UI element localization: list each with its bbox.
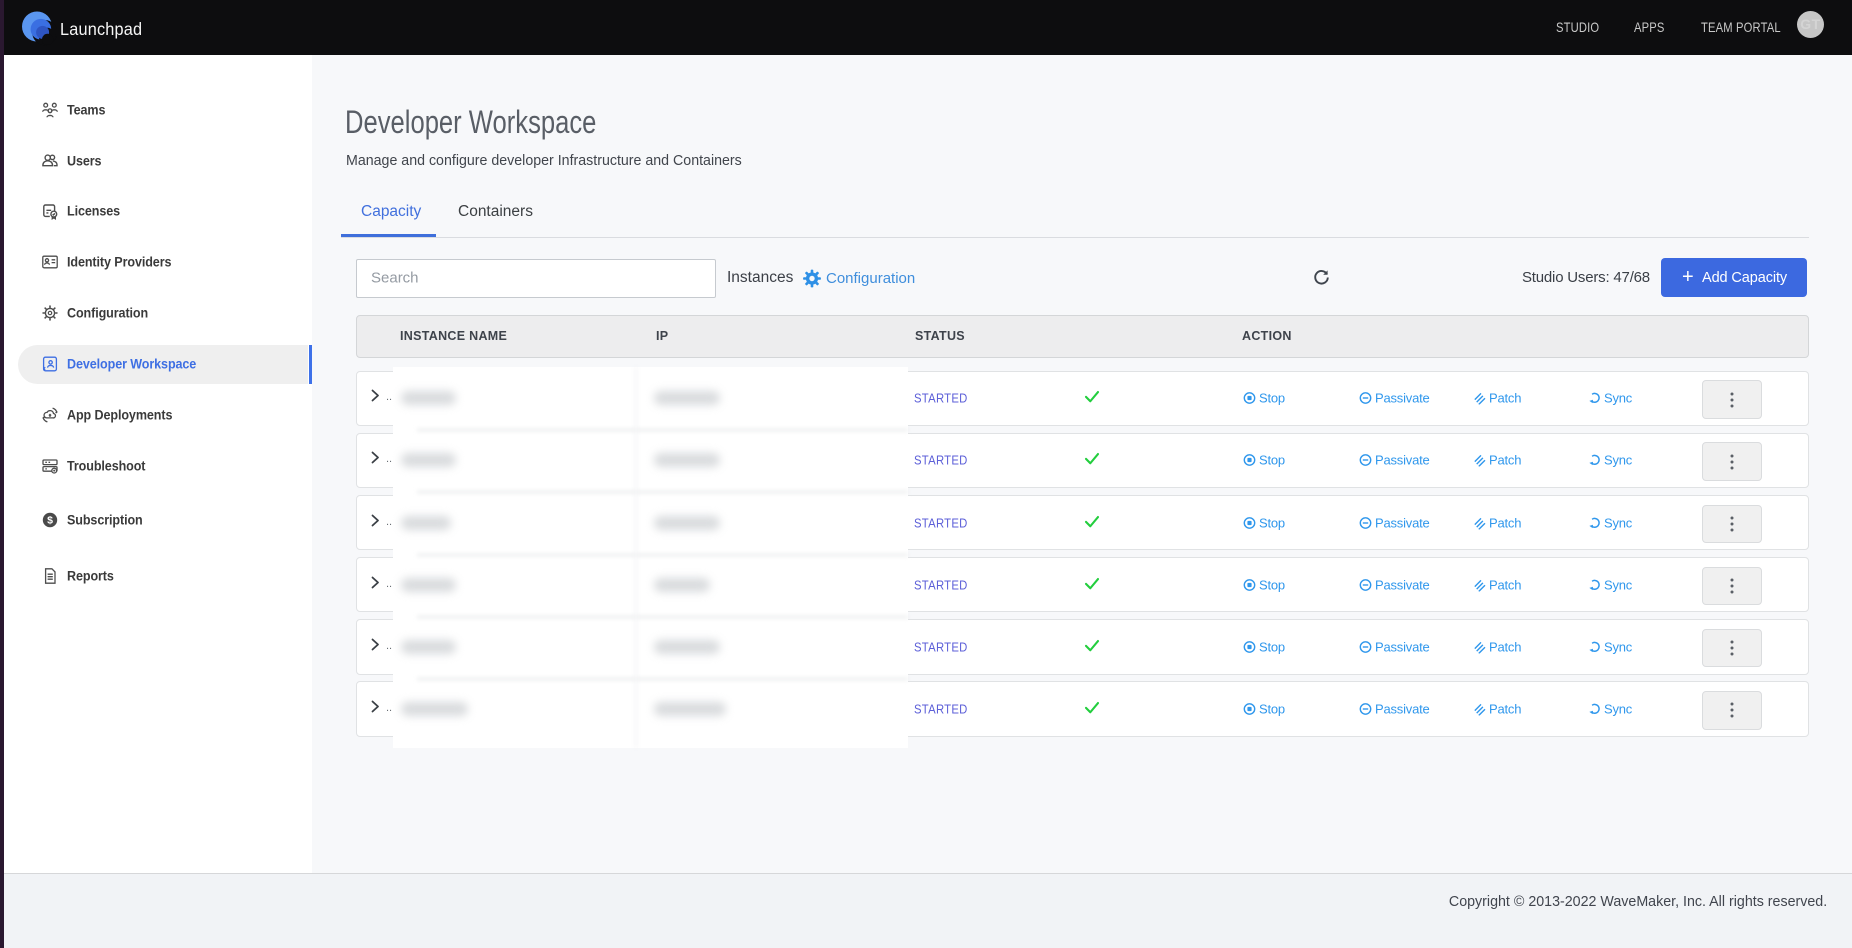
svg-text:$: $ bbox=[47, 514, 53, 526]
